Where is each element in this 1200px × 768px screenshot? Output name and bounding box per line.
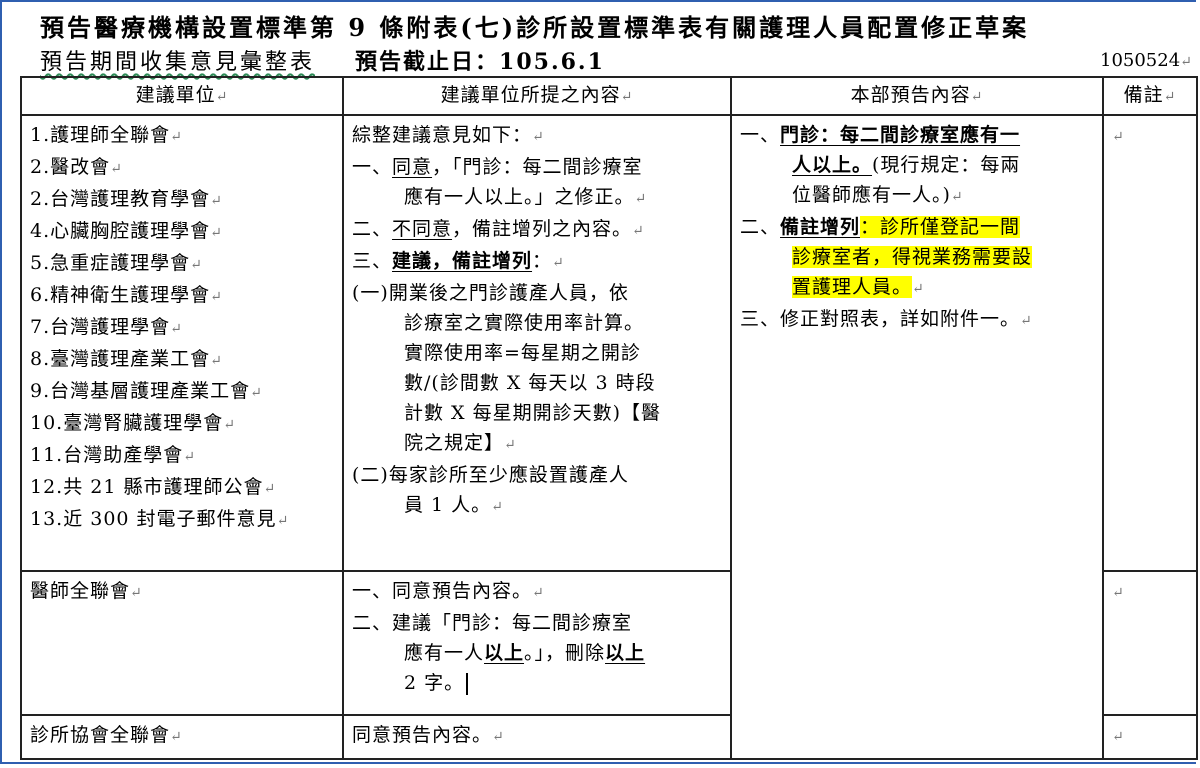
deadline-text: 預告截止日：105.6.1: [355, 49, 605, 75]
content-subitem-1-line: 計數 X 每星期開診天數)【醫: [404, 402, 662, 424]
announce-item-2: 二、備註增列：診所僅登記一間: [740, 216, 1021, 238]
announce-item-1: 一、門診：每二間診療室應有一: [740, 124, 1021, 146]
content-line: 一、同意預告內容。↵: [352, 580, 545, 602]
remarks-cell: ↵: [1102, 114, 1198, 572]
content-item-agree: 一、同意，「門診：每二間診療室: [352, 156, 643, 178]
document-number-value: 1050524: [1100, 50, 1181, 71]
content-subitem-2: (二)每家診所至少應設置護產人: [352, 464, 629, 486]
paragraph-mark-icon: ↵: [1180, 54, 1192, 70]
announce-item-2-line3: 置護理人員。↵: [792, 276, 925, 298]
list-item: 13.近 300 封電子郵件意見↵: [30, 508, 290, 530]
content-item-agree-cont: 應有一人以上。」之修正。↵: [404, 186, 648, 208]
unit-cell: 醫師全聯會↵: [20, 570, 344, 716]
table-header-row: 建議單位↵ 建議單位所提之內容↵ 本部預告內容↵ 備註↵: [20, 76, 1198, 116]
content-subitem-1: (一)開業後之門診護產人員，依: [352, 282, 629, 304]
header-remarks: 備註↵: [1102, 76, 1198, 116]
list-item: 8.臺灣護理產業工會↵: [30, 348, 223, 370]
suggestion-content-cell: 同意預告內容。↵: [342, 714, 732, 760]
text-cursor: [466, 673, 469, 695]
opinion-table: 建議單位↵ 建議單位所提之內容↵ 本部預告內容↵ 備註↵ 1.護理師全聯會↵ 2…: [20, 76, 1198, 760]
table-row: 1.護理師全聯會↵ 2.醫改會↵ 2.台灣護理教育學會↵ 4.心臟胸腔護理學會↵…: [20, 114, 1198, 760]
header-unit: 建議單位↵: [20, 76, 344, 116]
announce-item-1-line3: 位醫師應有一人。)↵: [792, 184, 964, 206]
announce-item-1-line2: 人以上。(現行規定：每兩: [792, 154, 1021, 176]
list-item: 11.台灣助產學會↵: [30, 444, 196, 466]
list-item: 6.精神衛生護理學會↵: [30, 284, 223, 306]
list-item: 1.護理師全聯會↵: [30, 124, 183, 146]
list-item: 2.醫改會↵: [30, 156, 123, 178]
announce-item-2-line2: 診療室者，得視業務需要設: [792, 246, 1033, 268]
document-number: 1050524↵: [1100, 50, 1192, 71]
list-item: 4.心臟胸腔護理學會↵: [30, 220, 223, 242]
suggestion-content-cell: 綜整建議意見如下：↵ 一、同意，「門診：每二間診療室 應有一人以上。」之修正。↵…: [342, 114, 732, 572]
content-intro: 綜整建議意見如下：↵: [352, 124, 545, 146]
content-subitem-1-line: 院之規定】↵: [404, 432, 517, 454]
list-item: 7.台灣護理學會↵: [30, 316, 183, 338]
list-item: 9.台灣基層護理產業工會↵: [30, 380, 263, 402]
content-item-suggest: 三、建議，備註增列：↵: [352, 250, 565, 272]
document-subtitle: 預告期間收集意見彙整表 預告截止日：105.6.1: [40, 44, 605, 76]
remarks-cell: ↵: [1102, 570, 1198, 716]
announce-item-3: 三、修正對照表，詳如附件一。↵: [740, 308, 1033, 330]
content-subitem-1-line: 數/(診間數 X 每天以 3 時段: [404, 372, 656, 394]
announcement-content-cell: 一、門診：每二間診療室應有一 人以上。(現行規定：每兩 位醫師應有一人。)↵ 二…: [730, 114, 1104, 760]
subtitle-text: 預告期間收集意見彙整表: [40, 50, 316, 75]
header-content: 建議單位所提之內容↵: [342, 76, 732, 116]
document-title: 預告醫療機構設置標準第 9 條附表(七)診所設置標準表有關護理人員配置修正草案: [40, 13, 1030, 42]
list-item: 2.台灣護理教育學會↵: [30, 188, 223, 210]
remarks-cell: ↵: [1102, 714, 1198, 760]
content-line: 2 字。: [352, 668, 722, 698]
unit-cell: 診所協會全聯會↵: [20, 714, 344, 760]
content-subitem-2-cont: 員 1 人。↵: [404, 494, 504, 516]
content-subitem-1-line: 實際使用率=每星期之開診: [404, 342, 641, 364]
header-announce: 本部預告內容↵: [730, 76, 1104, 116]
suggestion-content-cell: 一、同意預告內容。↵ 二、建議「門診：每二間診療室 應有一人以上。」，刪除以上 …: [342, 570, 732, 716]
list-item: 10.臺灣腎臟護理學會↵: [30, 412, 236, 434]
content-line: 應有一人以上。」，刪除以上: [404, 642, 646, 664]
list-item: 12.共 21 縣市護理師公會↵: [30, 476, 277, 498]
content-subitem-1-line: 診療室之實際使用率計算。: [404, 312, 645, 334]
content-line: 二、建議「門診：每二間診療室: [352, 612, 633, 634]
unit-list-cell: 1.護理師全聯會↵ 2.醫改會↵ 2.台灣護理教育學會↵ 4.心臟胸腔護理學會↵…: [20, 114, 344, 572]
content-item-disagree: 二、不同意，備註增列之內容。↵: [352, 218, 645, 240]
list-item: 5.急重症護理學會↵: [30, 252, 203, 274]
